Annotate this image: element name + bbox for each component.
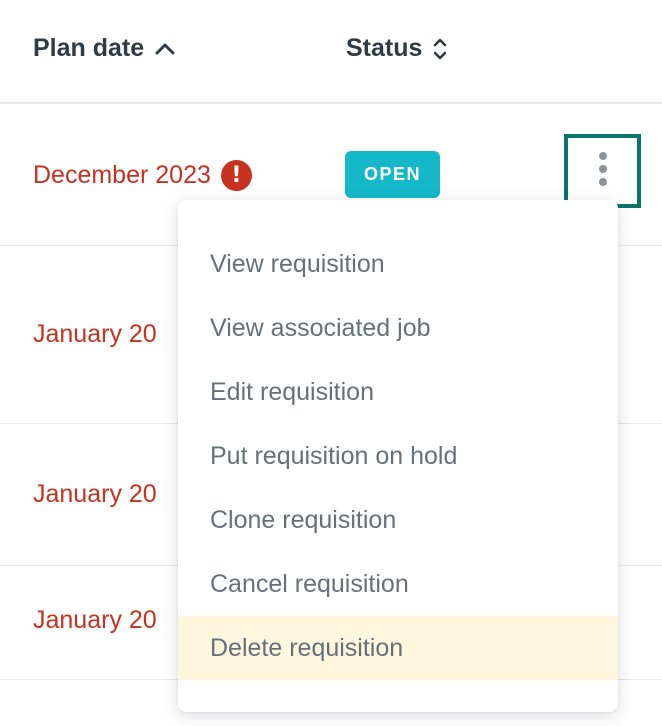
status-badge: OPEN (345, 151, 440, 198)
menu-item-clone-requisition[interactable]: Clone requisition (178, 488, 618, 552)
plan-date-cell: December 2023 ! (33, 160, 252, 191)
table-header-row: Plan date Status (0, 0, 662, 104)
plan-date-text: December 2023 (33, 161, 211, 189)
plan-date-column-header[interactable]: Plan date (33, 34, 176, 63)
menu-item-put-on-hold[interactable]: Put requisition on hold (178, 424, 618, 488)
plan-date-text: January 20 (33, 320, 157, 348)
status-column-header[interactable]: Status (346, 34, 448, 63)
menu-item-view-requisition[interactable]: View requisition (178, 232, 618, 296)
requisitions-table: Plan date Status December 2023 ! OPEN Ja… (0, 0, 662, 726)
status-header-label: Status (346, 34, 423, 62)
actions-dropdown-menu: View requisition View associated job Edi… (178, 200, 618, 712)
plan-date-cell: January 20 (33, 320, 157, 349)
plan-date-text: January 20 (33, 606, 157, 634)
menu-item-cancel-requisition[interactable]: Cancel requisition (178, 552, 618, 616)
plan-date-cell: January 20 (33, 480, 157, 509)
plan-date-cell: January 20 (33, 606, 157, 635)
kebab-vertical-icon (598, 151, 608, 192)
plan-date-text: January 20 (33, 480, 157, 508)
sort-updown-icon (432, 36, 448, 62)
more-actions-button[interactable] (564, 134, 641, 208)
exclamation-circle-icon: ! (220, 160, 252, 191)
menu-item-edit-requisition[interactable]: Edit requisition (178, 360, 618, 424)
chevron-up-icon (154, 42, 176, 56)
menu-item-delete-requisition[interactable]: Delete requisition (178, 616, 618, 680)
plan-date-header-label: Plan date (33, 34, 145, 62)
menu-item-view-associated-job[interactable]: View associated job (178, 296, 618, 360)
